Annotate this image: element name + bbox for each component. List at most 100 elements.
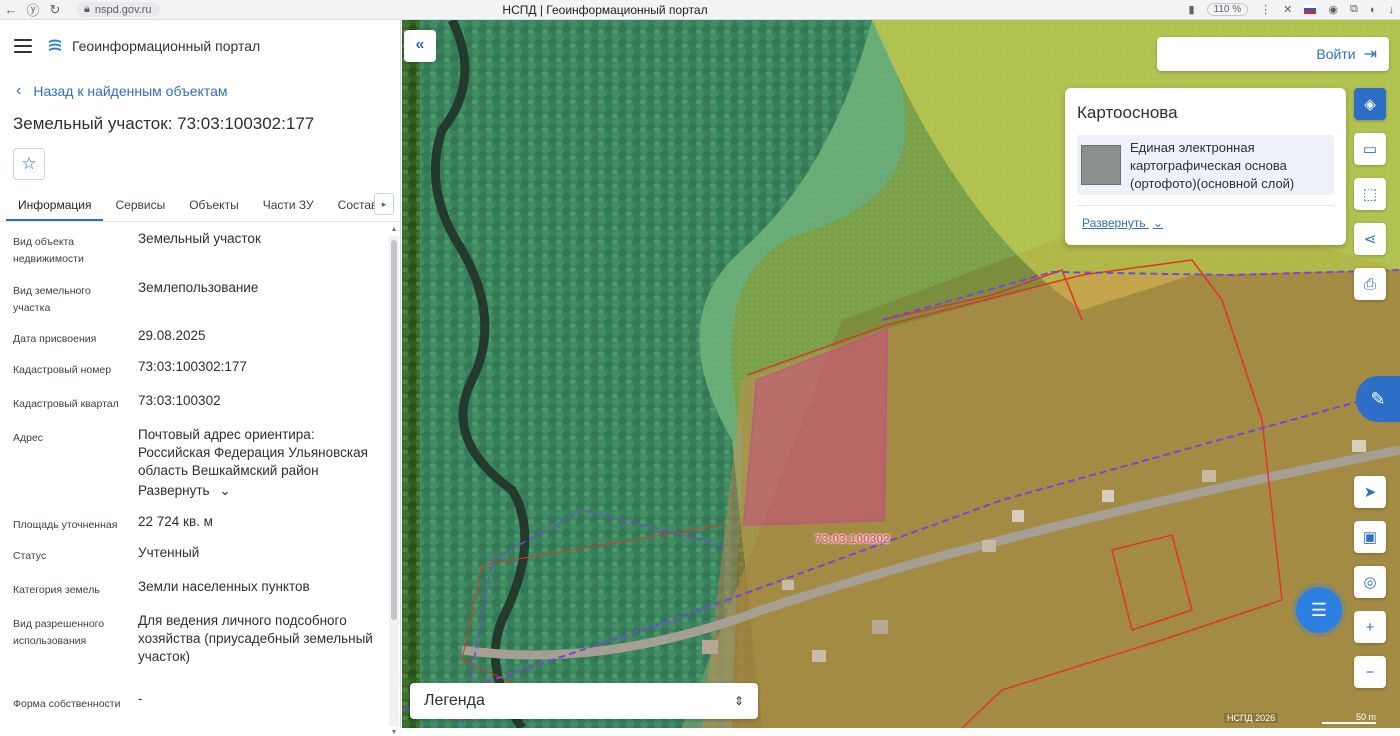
ruler-button[interactable]: ▭ [1354, 133, 1386, 165]
scroll-up-icon[interactable]: ▲ [389, 226, 399, 233]
map-view[interactable]: 73:03:100302 « Войти ⇥ Картооснова Едина… [402, 20, 1400, 728]
collapse-panel-button[interactable]: « [404, 30, 436, 62]
search-location-icon: ◎ [1363, 574, 1377, 591]
object-title: Земельный участок: 73:03:100302:177 [13, 114, 315, 133]
property-value: 73:03:100302:177 [138, 359, 247, 374]
basemap-expand-link[interactable]: Развернуть ⌄ [1082, 216, 1163, 230]
extension-icon[interactable]: ✕ [1283, 3, 1292, 16]
property-label: Площадь уточненная [13, 519, 118, 531]
info-panel: Геоинформационный портал ‹ Назад к найде… [0, 20, 401, 736]
scale-label: 50 m [1355, 712, 1376, 722]
select-area-icon: ⬚ [1362, 186, 1378, 203]
property-label: Статус [13, 550, 47, 562]
assistant-icon: ✎ [1370, 388, 1386, 409]
yandex-icon[interactable]: ⓨ [22, 0, 44, 19]
map-attribution: НСПД 2026 [1224, 713, 1279, 723]
chat-button[interactable]: ☰ [1296, 587, 1342, 633]
zoom-in-button[interactable]: + [1354, 611, 1386, 643]
extension-icon[interactable]: ◐ [1370, 4, 1377, 16]
property-value: Землепользование [138, 280, 259, 295]
property-label: Вид земельного участка [13, 285, 91, 314]
cadastral-quarter-label: 73:03:100302 [815, 532, 890, 546]
zoom-out-button[interactable]: − [1354, 656, 1386, 688]
chevron-down-icon: ⌄ [1152, 216, 1164, 230]
favorite-button[interactable]: ☆ [13, 148, 45, 180]
layers-button[interactable]: ◈ [1354, 88, 1386, 120]
download-icon[interactable]: ↓ [1389, 4, 1395, 16]
panel-header: Геоинформационный портал [0, 20, 400, 72]
property-value: 22 724 кв. м [138, 514, 213, 529]
bookmark-icon[interactable]: ▮ [1188, 3, 1194, 16]
login-button[interactable]: Войти ⇥ [1157, 37, 1389, 71]
address-expand-link[interactable]: Развернуть ⌄ [138, 482, 383, 500]
tab-bar: Информация Сервисы Объекты Части ЗУ Сост… [0, 190, 400, 222]
back-arrow-icon[interactable]: ← [0, 2, 22, 17]
tab-information[interactable]: Информация [6, 190, 104, 221]
property-label: Кадастровый номер [13, 364, 112, 376]
portal-title: Геоинформационный портал [72, 38, 261, 54]
scale-bar: 50 m [1322, 712, 1376, 724]
scroll-down-icon[interactable]: ▼ [389, 729, 399, 736]
layer-thumbnail [1081, 145, 1121, 185]
back-link-label: Назад к найденным объектам [33, 83, 228, 99]
property-label: Дата присвоения [13, 333, 97, 345]
property-label: Вид разрешенного использования [13, 618, 105, 647]
panel-scrollbar[interactable]: ▲ ▼ [389, 226, 399, 736]
tab-services[interactable]: Сервисы [103, 190, 177, 221]
share-button[interactable]: ⋖ [1354, 223, 1386, 255]
login-icon: ⇥ [1363, 46, 1377, 63]
chevron-updown-icon: ⇕ [733, 694, 744, 708]
flag-icon[interactable] [1304, 5, 1317, 14]
property-value: 73:03:100302 [138, 393, 221, 408]
basemap-layer-item[interactable]: Единая электронная картографическая осно… [1077, 135, 1334, 195]
address-bar[interactable]: 🔒︎ nspd.gov.ru [76, 2, 160, 17]
layers-icon: ◈ [1364, 96, 1376, 113]
ruler-icon: ▭ [1362, 141, 1378, 158]
zoom-indicator[interactable]: 110 % [1206, 3, 1249, 16]
scrollbar-thumb[interactable] [391, 240, 397, 620]
property-value: Почтовый адрес ориентира: Российская Фед… [138, 427, 368, 478]
search-location-button[interactable]: ◎ [1354, 566, 1386, 598]
print-button[interactable]: ⎙ [1354, 268, 1386, 300]
login-label: Войти [1316, 46, 1356, 62]
zoom-out-icon: − [1365, 663, 1375, 681]
back-to-results-link[interactable]: ‹ Назад к найденным объектам [0, 74, 400, 108]
logo-icon [49, 39, 61, 51]
property-value: - [138, 691, 143, 706]
tab-title: НСПД | Геоинформационный портал [502, 2, 708, 17]
legend-label: Легенда [424, 692, 485, 709]
extension-icon[interactable]: ⧉ [1350, 3, 1358, 16]
property-value: 29.08.2025 [138, 328, 206, 343]
print-icon: ⎙ [1363, 275, 1376, 293]
minimap-button[interactable]: ▣ [1354, 521, 1386, 553]
expand-label: Развернуть [138, 483, 210, 498]
assistant-button[interactable]: ✎ [1356, 376, 1400, 422]
legend-dropdown[interactable]: Легенда ⇕ [410, 683, 758, 719]
expand-label: Развернуть [1082, 216, 1146, 230]
star-icon: ☆ [21, 154, 37, 173]
locate-icon: ➤ [1363, 484, 1377, 501]
tabs-scroll-right-icon[interactable]: ▸ [374, 193, 394, 215]
basemap-panel: Картооснова Единая электронная картограф… [1065, 88, 1346, 245]
chat-icon: ☰ [1310, 599, 1328, 620]
double-chevron-left-icon: « [415, 36, 425, 53]
property-label: Кадастровый квартал [13, 398, 119, 410]
browser-toolbar: ← ⓨ ↻ 🔒︎ nspd.gov.ru НСПД | Геоинформаци… [0, 0, 1400, 20]
property-label: Форма собственности [13, 698, 121, 710]
chevron-down-icon: ⌄ [219, 483, 231, 498]
property-label: Адрес [13, 432, 44, 444]
property-value: Учтенный [138, 545, 200, 560]
url-text: nspd.gov.ru [94, 3, 152, 16]
more-icon[interactable]: ⋮ [1260, 3, 1271, 16]
reload-icon[interactable]: ↻ [44, 2, 66, 18]
locate-button[interactable]: ➤ [1354, 476, 1386, 508]
basemap-title: Картооснова [1077, 103, 1178, 122]
select-area-button[interactable]: ⬚ [1354, 178, 1386, 210]
extension-icon[interactable]: ◉ [1328, 3, 1338, 16]
share-icon: ⋖ [1363, 231, 1377, 248]
zoom-in-icon: + [1365, 618, 1375, 636]
tab-objects[interactable]: Объекты [177, 190, 251, 221]
lock-icon: 🔒︎ [84, 3, 90, 15]
menu-icon[interactable] [14, 39, 32, 53]
tab-parts[interactable]: Части ЗУ [251, 190, 326, 221]
